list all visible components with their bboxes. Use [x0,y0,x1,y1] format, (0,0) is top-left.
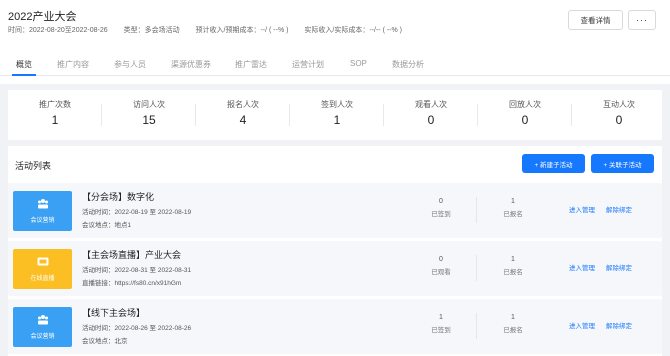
live-link: 直播链接：https://fs80.cn/x91hGm [82,280,182,287]
count-value: 0 [439,256,443,263]
meeting-icon [13,314,72,328]
meeting-icon [13,198,72,212]
registration-count: 1 已报名 [488,256,538,276]
live-icon [13,256,72,269]
stat-value: 1 [51,113,59,127]
stat-label: 签到人次 [321,100,353,109]
event-actual: 实际收入/实际成本：--/-- ( --% ) [304,27,403,34]
unbind-link[interactable]: 解除绑定 [606,204,632,214]
new-sub-activity-button[interactable]: + 新建子活动 [522,154,585,173]
stat-label: 观看人次 [415,100,447,109]
stat-checkins: 签到人次 1 [290,90,384,140]
event-time: 时间：2022-08-20至2022-08-26 [8,27,108,34]
count-value: 1 [439,314,443,321]
stat-value: 1 [333,113,341,127]
active-tab-indicator [12,74,36,76]
checkin-count: 0 已签到 [416,198,466,218]
stats-panel: 推广次数 1 访问人次 15 报名人次 4 签到人次 1 观看人次 0 回放人次… [8,90,662,140]
unbind-link[interactable]: 解除绑定 [606,320,632,330]
stat-interactions: 互动人次 0 [572,90,666,140]
stat-promotions: 推广次数 1 [8,90,102,140]
tab-promo-content[interactable]: 推广内容 [57,59,89,70]
stat-value: 15 [142,113,156,127]
tab-promo-radar[interactable]: 推广雷达 [235,59,267,70]
enter-manage-link[interactable]: 进入管理 [569,320,595,330]
count-label: 已报名 [503,269,523,276]
activity-location: 会议地点：地点1 [82,222,132,229]
activity-time: 活动时间：2022-08-19 至 2022-08-19 [82,209,192,216]
unbind-link[interactable]: 解除绑定 [606,262,632,272]
count-label: 已报名 [503,327,523,334]
event-estimate: 预计收入/预期成本：--/ ( --% ) [195,27,289,34]
thumbnail-label: 会议营销 [30,218,55,224]
more-options-button[interactable]: ··· [628,10,656,30]
activity-card[interactable]: 在线直播 【主会场直播】产业大会 活动时间：2022-08-31 至 2022-… [8,241,662,296]
registration-count: 1 已报名 [488,314,538,334]
view-details-button[interactable]: 查看详情 [568,10,623,30]
stat-value: 0 [521,113,529,127]
activity-thumbnail: 会议营销 [13,191,72,231]
enter-manage-link[interactable]: 进入管理 [569,204,595,214]
stat-registrations: 报名人次 4 [196,90,290,140]
stat-value: 0 [427,113,435,127]
thumbnail-label: 会议营销 [30,334,55,340]
count-label: 已观看 [431,269,451,276]
activity-name: 【分会场】数字化 [82,192,155,202]
tab-coupons[interactable]: 渠源优惠券 [171,59,211,70]
enter-manage-link[interactable]: 进入管理 [569,262,595,272]
stat-value: 4 [239,113,247,127]
registration-count: 1 已报名 [488,198,538,218]
stat-value: 0 [615,113,623,127]
count-value: 1 [511,314,515,321]
activity-time: 活动时间：2022-08-26 至 2022-08-26 [82,325,192,332]
count-label: 已签到 [431,211,451,218]
divider [476,255,477,281]
count-label: 已报名 [503,211,523,218]
stat-label: 推广次数 [39,100,71,109]
stat-label: 互动人次 [603,100,635,109]
count-label: 已签到 [431,327,451,334]
event-type: 类型：多会场活动 [123,27,180,34]
tab-participants[interactable]: 参与人员 [114,59,146,70]
stat-label: 访问人次 [133,100,165,109]
activity-card[interactable]: 会议营销 【线下主会场】 活动时间：2022-08-26 至 2022-08-2… [8,299,662,354]
tab-sop[interactable]: SOP [350,59,367,68]
activity-name: 【线下主会场】 [82,308,146,318]
activity-list-title: 活动列表 [15,161,52,171]
tab-data-analysis[interactable]: 数据分析 [392,59,424,70]
checkin-count: 1 已签到 [416,314,466,334]
stat-replays: 回放人次 0 [478,90,572,140]
activity-thumbnail: 会议营销 [13,307,72,347]
activity-name: 【主会场直播】产业大会 [82,250,182,260]
tab-operation-plan[interactable]: 运营计划 [292,59,324,70]
activity-location: 会议地点：北京 [82,338,128,345]
divider [476,313,477,339]
event-meta: 时间：2022-08-20至2022-08-26 类型：多会场活动 预计收入/预… [8,25,416,35]
activity-thumbnail: 在线直播 [13,249,72,289]
header-panel: 2022产业大会 时间：2022-08-20至2022-08-26 类型：多会场… [0,0,670,84]
activity-time: 活动时间：2022-08-31 至 2022-08-31 [82,267,192,274]
count-value: 1 [511,198,515,205]
tab-bar: 概览 推广内容 参与人员 渠源优惠券 推广雷达 运营计划 SOP 数据分析 [0,52,670,76]
tab-overview[interactable]: 概览 [16,59,32,70]
page-title: 2022产业大会 [8,11,77,23]
view-count: 0 已观看 [416,256,466,276]
stat-views: 观看人次 0 [384,90,478,140]
count-value: 1 [511,256,515,263]
link-sub-activity-button[interactable]: + 关联子活动 [591,154,654,173]
divider [476,197,477,223]
stat-label: 回放人次 [509,100,541,109]
thumbnail-label: 在线直播 [30,276,55,282]
stat-visits: 访问人次 15 [102,90,196,140]
count-value: 0 [439,198,443,205]
activity-list-panel: 活动列表 + 新建子活动 + 关联子活动 会议营销 【分会场】数字化 活动时间：… [8,146,662,356]
stat-label: 报名人次 [227,100,259,109]
activity-card[interactable]: 会议营销 【分会场】数字化 活动时间：2022-08-19 至 2022-08-… [8,183,662,238]
